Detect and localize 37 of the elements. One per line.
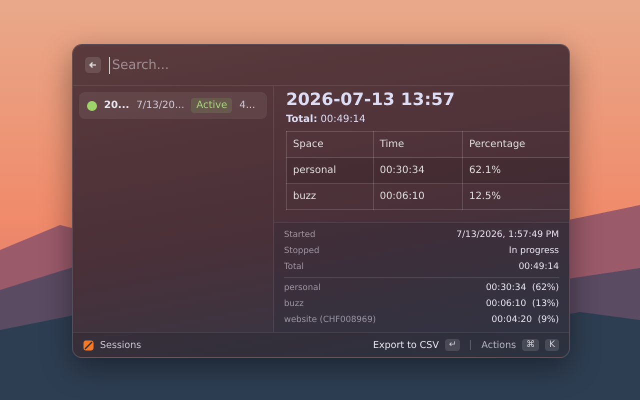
total-text: Total: 00:49:14 (286, 114, 366, 125)
metadata-value: 7/13/2026, 1:57:49 PM (456, 230, 559, 240)
back-arrow-icon (88, 60, 98, 70)
status-badge: Active (191, 98, 232, 113)
metadata-label: Total (284, 262, 304, 272)
session-title: 2026-07-13 13:57 (286, 90, 456, 110)
metadata-value: In progress (508, 246, 559, 256)
column-header: Space (286, 132, 374, 158)
enter-key: ↵ (444, 339, 460, 351)
space-value: 00:04:20 (9%) (492, 315, 559, 325)
table-cell: 62.1% (462, 158, 569, 184)
column-header: Percentage (462, 132, 569, 158)
space-label: personal (284, 283, 321, 293)
back-button[interactable] (85, 57, 101, 73)
space-value: 00:06:10 (13%) (486, 299, 559, 309)
shortcut-key: K (545, 339, 559, 351)
space-label: website (CHF008969) (284, 315, 376, 325)
footer-title: Sessions (100, 340, 142, 350)
search-field[interactable]: Search... (109, 56, 557, 74)
export-csv-button[interactable]: Export to CSV (373, 340, 439, 350)
table-cell: 00:30:34 (373, 158, 463, 184)
metadata-label: Started (284, 230, 316, 240)
metadata-value: 00:49:14 (518, 262, 559, 272)
actions-button[interactable]: Actions (481, 340, 516, 350)
session-duration: 4... (239, 100, 256, 111)
session-item[interactable]: 20... 7/13/20... Active 4... (79, 92, 267, 119)
column-header: Time (373, 132, 463, 158)
space-label: buzz (284, 299, 304, 309)
shortcut-key: ⌘ (522, 339, 540, 351)
table-cell: personal (286, 158, 374, 184)
table-cell: 00:06:10 (373, 184, 463, 210)
session-name: 20... (104, 100, 130, 111)
app-logo-icon (83, 340, 94, 350)
table-cell: buzz (286, 184, 374, 210)
space-value: 00:30:34 (62%) (486, 283, 559, 293)
metadata-label: Stopped (284, 246, 320, 256)
session-date: 7/13/20... (136, 100, 184, 111)
